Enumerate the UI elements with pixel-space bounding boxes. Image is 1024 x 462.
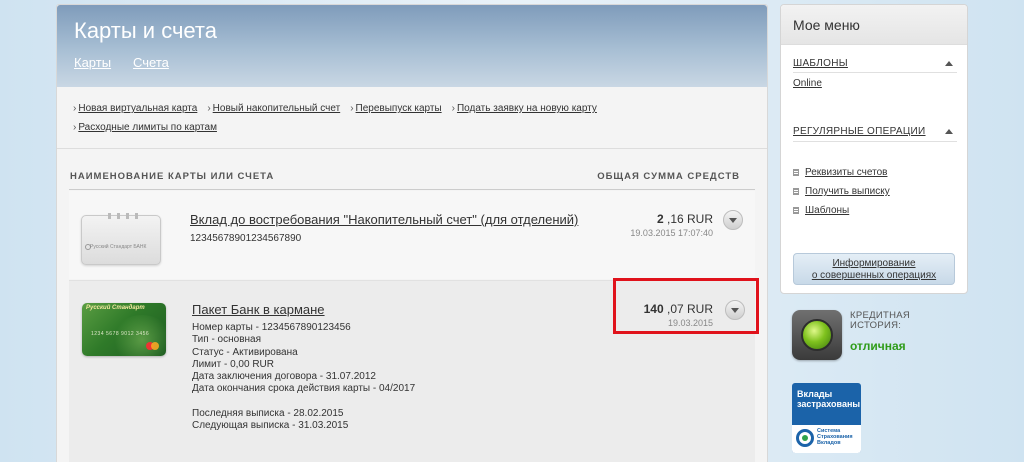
link-label: Шаблоны — [805, 205, 850, 216]
notifications-button[interactable]: Информирование о совершенных операциях — [793, 253, 955, 285]
collapse-arrow-icon[interactable] — [945, 61, 953, 66]
account-amount: 2 ,16 RUR 19.03.2015 17:07:40 — [630, 212, 713, 238]
account-row: Русский Стандарт БАНК Вклад до востребов… — [69, 191, 755, 279]
detail-line: Дата окончания срока действия карты - 04… — [192, 383, 416, 395]
highlight-box — [613, 278, 759, 334]
regular-operations-toggle[interactable]: РЕГУЛЯРНЫЕ ОПЕРАЦИИ — [793, 126, 926, 137]
card-details: Номер карты - 1234567890123456 Тип - осн… — [192, 322, 415, 432]
account-number: 12345678901234567890 — [190, 233, 302, 244]
link-label: Реквизиты счетов — [805, 167, 888, 178]
apply-new-card-link[interactable]: › Подать заявку на новую карту — [452, 99, 597, 118]
tab-accounts[interactable]: Счета — [133, 55, 169, 70]
link-label: Перевыпуск карты — [355, 103, 442, 114]
expand-button[interactable] — [723, 210, 743, 230]
document-icon — [793, 169, 799, 176]
detail-line: Лимит - 0,00 RUR — [192, 358, 274, 370]
amount-fraction: ,16 RUR — [666, 212, 713, 226]
link-label: Расходные лимиты по картам — [78, 122, 217, 133]
column-header-total: ОБЩАЯ СУММА СРЕДСТВ — [597, 171, 740, 182]
panel-header: Карты и счета Карты Счета — [57, 5, 767, 87]
amount-integer: 2 — [656, 212, 664, 226]
account-name-link[interactable]: Вклад до востребования "Накопительный сч… — [190, 212, 578, 227]
link-label: Новая виртуальная карта — [78, 103, 198, 114]
badge-line: Вкладов — [817, 440, 841, 446]
button-label-line2: о совершенных операциях — [811, 270, 937, 281]
link-label: Получить выписку — [805, 186, 890, 197]
chevron-right-icon: › — [451, 103, 455, 114]
account-name-link[interactable]: Пакет Банк в кармане — [192, 302, 325, 317]
header-tabs: Карты Счета — [74, 55, 169, 70]
detail-line: Номер карты - 1234567890123456 — [192, 322, 351, 333]
new-virtual-card-link[interactable]: › Новая виртуальная карта — [73, 99, 197, 118]
get-statement-link[interactable]: Получить выписку — [793, 186, 890, 197]
spending-limits-link[interactable]: › Расходные лимиты по картам — [73, 118, 217, 137]
credit-history-label: КРЕДИТНАЯ ИСТОРИЯ: — [850, 311, 910, 331]
templates-section-toggle[interactable]: ШАБЛОНЫ — [793, 58, 848, 69]
badge-title: Вклады застрахованы — [797, 389, 860, 409]
collapse-arrow-icon[interactable] — [945, 129, 953, 134]
detail-line: Следующая выписка - 31.03.2015 — [192, 420, 349, 432]
amount-date: 19.03.2015 17:07:40 — [630, 228, 713, 238]
credit-history-status: отличная — [850, 339, 906, 353]
divider — [57, 148, 767, 149]
card-brand-text: Русский Стандарт — [86, 305, 145, 311]
card-rings — [108, 213, 138, 219]
chevron-right-icon: › — [207, 103, 211, 114]
action-links: › Новая виртуальная карта › Новый накопите… — [73, 99, 713, 137]
mastercard-logo-icon — [146, 342, 159, 350]
button-label-line1: Информирование — [832, 258, 916, 269]
link-label: Новый накопительный счет — [212, 103, 341, 114]
deposits-insured-badge[interactable]: Вклады застрахованы Система Страхования … — [792, 383, 861, 453]
chevron-right-icon: › — [73, 103, 77, 114]
divider — [793, 72, 957, 73]
deposit-insurance-logo-icon — [796, 429, 814, 447]
new-savings-account-link[interactable]: › Новый накопительный счет — [207, 99, 340, 118]
page-title: Карты и счета — [74, 18, 217, 43]
link-label: Подать заявку на новую карту — [456, 103, 597, 114]
template-online-link[interactable]: Online — [793, 78, 822, 89]
account-details-link[interactable]: Реквизиты счетов — [793, 167, 887, 178]
chevron-right-icon: › — [73, 122, 77, 133]
divider — [793, 141, 957, 142]
badge-line: застрахованы — [797, 399, 861, 409]
my-menu-sidebar: Мое меню ШАБЛОНЫ Online РЕГУЛЯРНЫЕ ОПЕРА… — [780, 4, 968, 294]
document-icon — [793, 188, 799, 195]
green-light — [801, 319, 833, 351]
bank-card-icon: Русский Стандарт 1234 5678 9012 3456 — [82, 303, 166, 356]
chevron-right-icon: › — [350, 103, 354, 114]
credit-status-light-icon — [792, 310, 842, 360]
document-icon — [793, 207, 799, 214]
detail-line: Тип - основная — [192, 334, 262, 346]
templates-link[interactable]: Шаблоны — [793, 205, 849, 216]
card-number-text: 1234 5678 9012 3456 — [91, 331, 150, 337]
cards-accounts-panel: Карты и счета Карты Счета › Новая виртуал… — [56, 4, 768, 462]
badge-line: Вклады — [797, 389, 833, 399]
detail-line: Последняя выписка - 28.02.2015 — [192, 407, 344, 419]
label-line: ИСТОРИЯ: — [850, 320, 902, 331]
divider — [69, 189, 755, 190]
deposit-card-icon: Русский Стандарт БАНК — [81, 213, 161, 265]
card-bank-text: Русский Стандарт БАНК — [90, 244, 147, 250]
column-header-name: НАИМЕНОВАНИЕ КАРТЫ ИЛИ СЧЕТА — [70, 171, 275, 182]
tab-cards[interactable]: Карты — [74, 55, 111, 70]
detail-line: Дата заключения договора - 31.07.2012 — [192, 371, 376, 383]
badge-subtitle: Система Страхования Вкладов — [817, 428, 853, 446]
detail-line: Статус - Активирована — [192, 346, 298, 358]
card-reissue-link[interactable]: › Перевыпуск карты — [350, 99, 441, 118]
sidebar-title: Мое меню — [793, 17, 860, 33]
